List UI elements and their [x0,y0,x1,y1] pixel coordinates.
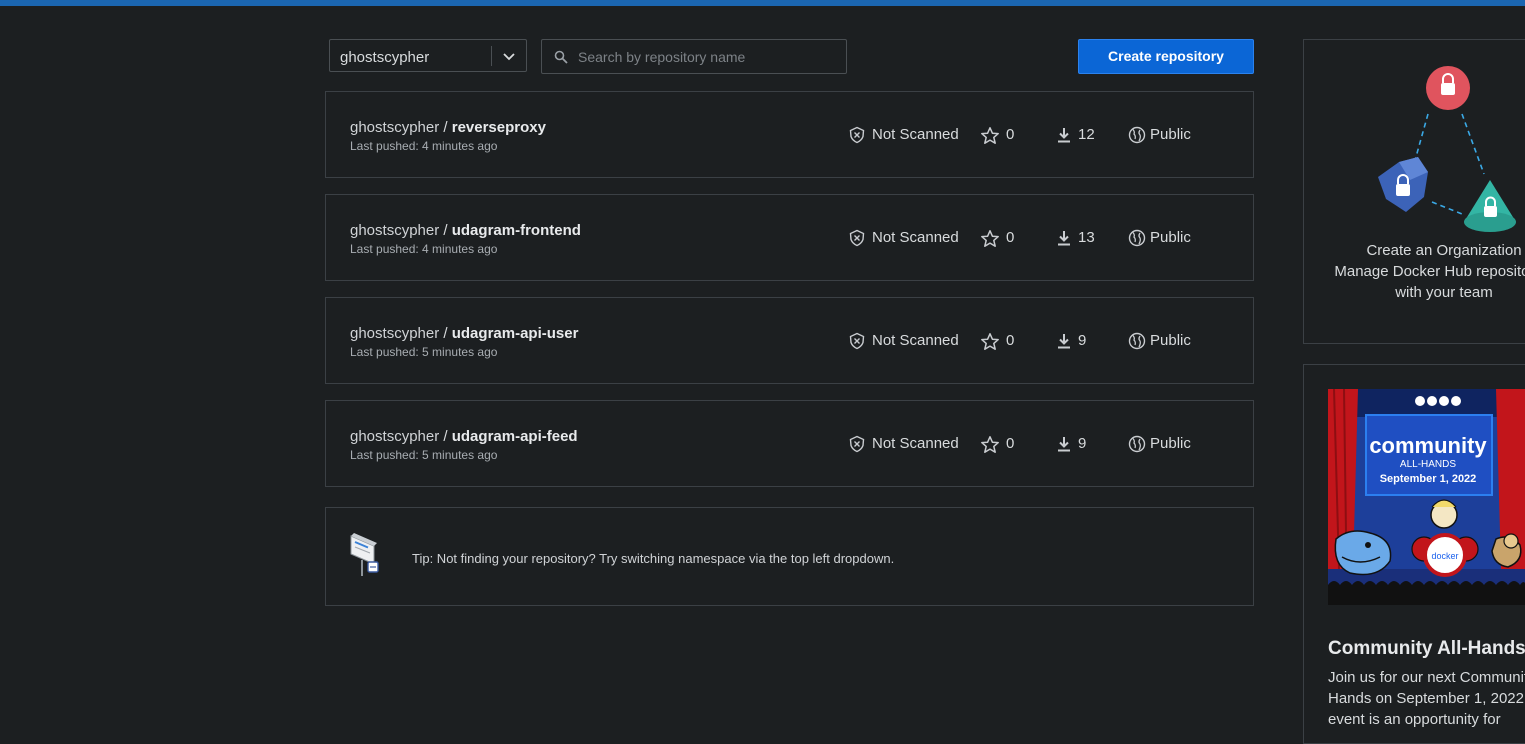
globe-icon [1128,435,1146,453]
repository-title[interactable]: ghostscypher / udagram-api-feed [350,428,578,445]
star-count-value: 0 [1006,332,1015,349]
star-count-value: 0 [1006,435,1015,452]
dropdown-divider [491,46,492,66]
community-all-hands-card[interactable]: community ALL-HANDS September 1, 2022 do… [1303,364,1525,744]
download-icon [1058,128,1070,143]
create-repository-button[interactable]: Create repository [1078,39,1254,74]
org-line-2: Manage Docker Hub repositories [1334,263,1525,280]
shield-x-icon [849,332,865,350]
repository-separator: / [443,222,448,239]
repository-row[interactable]: ghostscypher / udagram-api-user Last pus… [325,297,1254,384]
repository-search[interactable] [541,39,847,74]
namespace-tip: Tip: Not finding your repository? Try sw… [325,507,1254,606]
banner-date: September 1, 2022 [1380,473,1477,485]
repository-row[interactable]: ghostscypher / udagram-api-feed Last pus… [325,400,1254,487]
shield-x-icon [849,126,865,144]
banner-subtitle: ALL-HANDS [1400,459,1456,470]
search-icon [554,50,568,64]
top-accent-bar [0,0,1525,6]
pull-count-value: 13 [1078,229,1095,246]
namespace-dropdown[interactable]: ghostscypher [329,39,527,72]
repository-title[interactable]: ghostscypher / reverseproxy [350,119,546,136]
globe-icon [1128,126,1146,144]
org-line-3: with your team [1395,284,1493,301]
create-organization-card[interactable]: Create an Organization Manage Docker Hub… [1303,39,1525,344]
globe-icon [1128,332,1146,350]
chevron-down-icon[interactable] [501,48,517,64]
community-title[interactable]: Community All-Hands [1328,638,1525,660]
scan-status-label: Not Scanned [872,126,959,143]
community-banner-image: community ALL-HANDS September 1, 2022 do… [1328,389,1525,605]
shield-x-icon [849,229,865,247]
organization-illustration-icon [1378,66,1516,232]
scan-status-label: Not Scanned [872,435,959,452]
star-icon [981,333,999,350]
tip-text: Tip: Not finding your repository? Try sw… [412,551,895,566]
banner-word: community [1369,433,1487,458]
repository-row[interactable]: ghostscypher / reverseproxy Last pushed:… [325,91,1254,178]
download-icon [1058,437,1070,452]
org-line-1: Create an Organization [1366,242,1522,259]
repository-name: reverseproxy [451,119,546,136]
repository-namespace: ghostscypher [350,119,440,136]
visibility-label: Public [1150,126,1191,143]
repository-separator: / [443,119,448,136]
community-description: Join us for our next Community All-Hands… [1328,669,1525,728]
star-count-value: 0 [1006,126,1015,143]
repository-name: udagram-api-user [451,325,579,342]
visibility-label: Public [1150,435,1191,452]
pull-count-value: 12 [1078,126,1095,143]
star-icon [981,436,999,453]
banner-logo-text: docker [1431,551,1458,561]
namespace-value: ghostscypher [340,49,430,66]
last-pushed-text: Last pushed: 4 minutes ago [350,242,498,256]
visibility-label: Public [1150,332,1191,349]
repository-separator: / [443,428,448,445]
repository-separator: / [443,325,448,342]
pull-count-value: 9 [1078,435,1087,452]
repository-title[interactable]: ghostscypher / udagram-frontend [350,222,581,239]
shield-x-icon [849,435,865,453]
visibility-label: Public [1150,229,1191,246]
download-icon [1058,334,1070,349]
repository-title[interactable]: ghostscypher / udagram-api-user [350,325,578,342]
repository-name: udagram-frontend [451,222,581,239]
scan-status-label: Not Scanned [872,229,959,246]
star-icon [981,127,999,144]
repository-namespace: ghostscypher [350,428,440,445]
repository-namespace: ghostscypher [350,222,440,239]
repository-name: udagram-api-feed [451,428,578,445]
search-input[interactable] [578,40,838,73]
organization-promo-text: Create an Organization Manage Docker Hub… [1304,240,1525,303]
scan-status-label: Not Scanned [872,332,959,349]
last-pushed-text: Last pushed: 5 minutes ago [350,345,498,359]
star-icon [981,230,999,247]
star-count-value: 0 [1006,229,1015,246]
last-pushed-text: Last pushed: 4 minutes ago [350,139,498,153]
last-pushed-text: Last pushed: 5 minutes ago [350,448,498,462]
download-icon [1058,231,1070,246]
repository-row[interactable]: ghostscypher / udagram-frontend Last pus… [325,194,1254,281]
repository-namespace: ghostscypher [350,325,440,342]
globe-icon [1128,229,1146,247]
pull-count-value: 9 [1078,332,1087,349]
repository-illustration-icon [350,533,379,576]
